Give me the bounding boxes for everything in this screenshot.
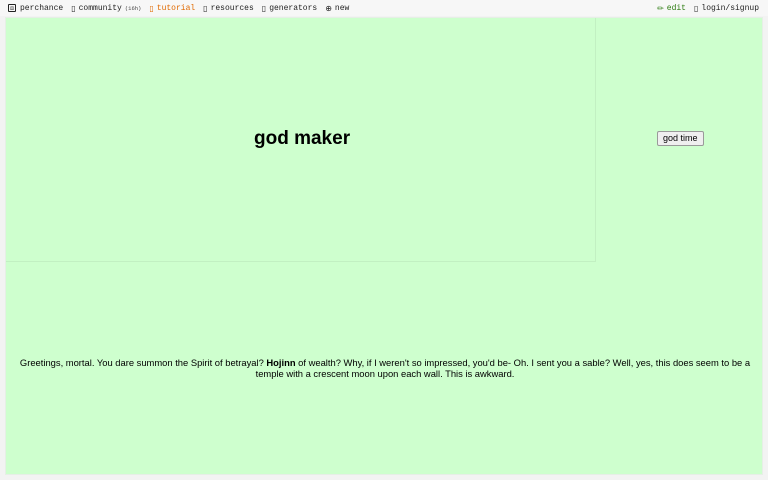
god-time-button[interactable]: god time (657, 131, 704, 146)
nav-tutorial-label: tutorial (156, 3, 196, 13)
output-text-after: of wealth? Why, if I weren't so impresse… (255, 357, 751, 379)
resources-icon: ▯ (203, 3, 208, 13)
community-badge: (16h) (124, 4, 142, 12)
nav-right: ✏ edit ▯ login/signup (649, 4, 768, 13)
nav-community-label: community (78, 3, 122, 13)
generator-output: Greetings, mortal. You dare summon the S… (12, 357, 758, 379)
nav-resources-label: resources (210, 3, 254, 13)
community-icon: ▯ (71, 3, 76, 13)
nav-perchance[interactable]: ⚄ perchance (8, 4, 63, 13)
nav-edit[interactable]: ✏ edit (657, 4, 686, 13)
plus-circle-icon: ⊕ (325, 3, 332, 13)
user-icon: ▯ (693, 3, 699, 13)
nav-generators[interactable]: ▯ generators (262, 4, 317, 13)
nav-login[interactable]: ▯ login/signup (694, 4, 759, 13)
nav-login-label: login/signup (701, 3, 759, 13)
page-title: god maker (254, 128, 351, 149)
output-text-before: Greetings, mortal. You dare summon the S… (19, 357, 267, 368)
tutorial-icon: ▯ (149, 3, 154, 13)
top-nav-bar: ⚄ perchance ▯ community (16h) ▯ tutorial… (0, 0, 768, 16)
nav-resources[interactable]: ▯ resources (203, 4, 254, 13)
nav-new[interactable]: ⊕ new (325, 4, 349, 13)
generators-icon: ▯ (261, 3, 267, 13)
nav-community[interactable]: ▯ community (16h) (71, 4, 141, 13)
nav-new-label: new (334, 3, 350, 13)
nav-generators-label: generators (269, 3, 318, 13)
pencil-icon: ✏ (657, 3, 664, 13)
nav-perchance-label: perchance (20, 3, 64, 13)
dice-icon: ⚄ (8, 4, 16, 12)
nav-left: ⚄ perchance ▯ community (16h) ▯ tutorial… (0, 4, 357, 13)
nav-edit-label: edit (666, 3, 686, 13)
nav-tutorial[interactable]: ▯ tutorial (149, 4, 195, 13)
output-god-name: Hojinn (266, 357, 296, 368)
generator-panel: god maker god time Greetings, mortal. Yo… (5, 17, 763, 475)
